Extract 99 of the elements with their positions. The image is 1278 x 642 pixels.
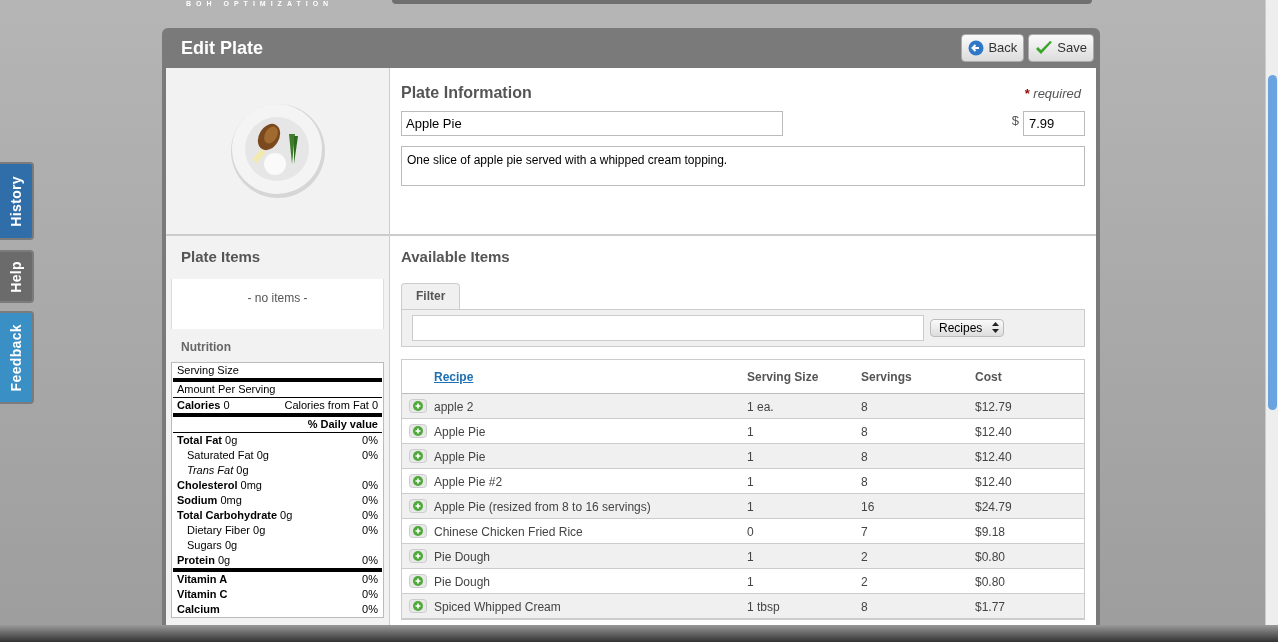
nutrition-value: 0% — [362, 554, 378, 566]
nutrition-text: Serving Size — [177, 364, 239, 376]
section-heading: Nutrition — [180, 338, 232, 356]
add-icon[interactable] — [409, 523, 427, 538]
column-header: Cost — [975, 370, 1002, 384]
nutrition-value: 0% — [362, 588, 378, 600]
stepper-arrows-icon — [992, 322, 1000, 333]
nutrition-text: Trans Fat 0g — [186, 464, 249, 476]
nutrition-value: 0% — [362, 509, 378, 521]
nutrition-text: Amount Per Serving — [177, 383, 276, 395]
scrollbar-thumb[interactable] — [1268, 75, 1277, 410]
panel-title: Edit Plate — [181, 36, 264, 60]
table-cell: $24.79 — [975, 499, 1012, 514]
table-cell: 8 — [861, 424, 868, 439]
add-icon[interactable] — [409, 398, 427, 413]
table-cell: Pie Dough — [434, 574, 491, 589]
filter-tab[interactable]: Filter — [401, 282, 461, 309]
table-cell: $1.77 — [975, 599, 1006, 614]
side-tab[interactable]: History — [0, 162, 34, 240]
nutrition-value: 0% — [362, 434, 378, 446]
nutrition-text: Sodium 0mg — [177, 494, 242, 506]
table-cell: 8 — [861, 399, 868, 414]
table-cell: Apple Pie — [434, 449, 486, 464]
table-cell: 1 tbsp — [747, 599, 780, 614]
side-tab[interactable]: Help — [0, 250, 34, 303]
nutrition-value: % Daily value — [307, 418, 378, 430]
nutrition-text: Sugars 0g — [186, 539, 238, 551]
table-cell: Apple Pie (resized from 8 to 16 servings) — [434, 499, 651, 514]
table-cell: Spiced Whipped Cream — [434, 599, 561, 614]
nutrition-value: 0% — [362, 479, 378, 491]
save-button[interactable]: Save — [1028, 34, 1094, 62]
add-icon[interactable] — [409, 448, 427, 463]
table-cell: Pie Dough — [434, 549, 491, 564]
column-header: Servings — [861, 370, 912, 384]
description-field[interactable]: One slice of apple pie served with a whipped cream topping. — [401, 146, 1085, 186]
table-cell: 16 — [861, 499, 875, 514]
add-icon[interactable] — [409, 423, 427, 438]
table-cell: $12.40 — [975, 424, 1012, 439]
nutrition-text: Total Carbohydrate 0g — [177, 509, 293, 521]
table-cell: 1 — [747, 499, 754, 514]
nutrition-text: Saturated Fat 0g — [186, 449, 269, 461]
table-cell: 1 ea. — [747, 399, 774, 414]
section-heading: Plate Items — [180, 247, 262, 267]
nutrition-text: Total Fat 0g — [177, 434, 238, 446]
scrollbar[interactable] — [1265, 0, 1278, 625]
table-cell: 2 — [861, 574, 868, 589]
currency-symbol: $ — [1011, 112, 1019, 130]
table-cell: 7 — [861, 524, 868, 539]
type-select[interactable]: Recipes — [930, 318, 1005, 337]
add-icon[interactable] — [409, 473, 427, 488]
nutrition-text: Vitamin A — [177, 573, 228, 585]
nutrition-text: Protein 0g — [177, 554, 231, 566]
column-header: Serving Size — [747, 370, 819, 384]
table-cell: apple 2 — [434, 399, 474, 414]
section-heading: Available Items — [401, 247, 511, 267]
table-cell: 8 — [861, 474, 868, 489]
side-tab[interactable]: Feedback — [0, 311, 34, 404]
price-field[interactable]: 7.99 — [1023, 111, 1085, 136]
back-button[interactable]: Back — [961, 34, 1025, 62]
table-cell: 1 — [747, 549, 754, 564]
nutrition-text: Dietary Fiber 0g — [186, 524, 266, 536]
table-cell: 2 — [861, 549, 868, 564]
table-cell: 1 — [747, 424, 754, 439]
filter-field[interactable] — [412, 314, 924, 341]
add-icon[interactable] — [409, 498, 427, 513]
nutrition-text: Calcium — [177, 603, 220, 615]
nutrition-value: 0% — [362, 573, 378, 585]
table-cell: 1 — [747, 474, 754, 489]
table-cell: $0.80 — [975, 549, 1006, 564]
name-field[interactable]: Apple Pie — [401, 111, 783, 136]
add-icon[interactable] — [409, 598, 427, 613]
table-cell: 1 — [747, 574, 754, 589]
table-cell: $12.40 — [975, 449, 1012, 464]
checkmark-icon — [1035, 40, 1054, 56]
nutrition-value: 0% — [362, 603, 378, 615]
empty-message: - no items - — [247, 289, 308, 307]
table-cell: Apple Pie #2 — [434, 474, 503, 489]
section-heading: Plate Information — [401, 83, 532, 103]
table-cell: $12.79 — [975, 399, 1012, 414]
nutrition-value: 0% — [362, 494, 378, 506]
nutrition-value: Calories from Fat 0 — [284, 399, 378, 411]
nutrition-text: Calories 0 — [177, 399, 230, 411]
column-header[interactable]: Recipe — [434, 370, 474, 384]
nutrition-text: Vitamin C — [177, 588, 228, 600]
add-icon[interactable] — [409, 573, 427, 588]
required-note: * required — [1024, 85, 1083, 103]
table-cell: Apple Pie — [434, 424, 486, 439]
table-cell: Chinese Chicken Fried Rice — [434, 524, 583, 539]
table-cell: 8 — [861, 599, 868, 614]
table-cell: 0 — [747, 524, 754, 539]
nutrition-value: 0% — [362, 524, 378, 536]
nutrition-text: Cholesterol 0mg — [177, 479, 262, 491]
add-icon[interactable] — [409, 548, 427, 563]
nutrition-value: 0% — [362, 449, 378, 461]
table-cell: 1 — [747, 449, 754, 464]
table-cell: $12.40 — [975, 474, 1012, 489]
table-cell: $9.18 — [975, 524, 1006, 539]
table-cell: 8 — [861, 449, 868, 464]
table-cell: $0.80 — [975, 574, 1006, 589]
